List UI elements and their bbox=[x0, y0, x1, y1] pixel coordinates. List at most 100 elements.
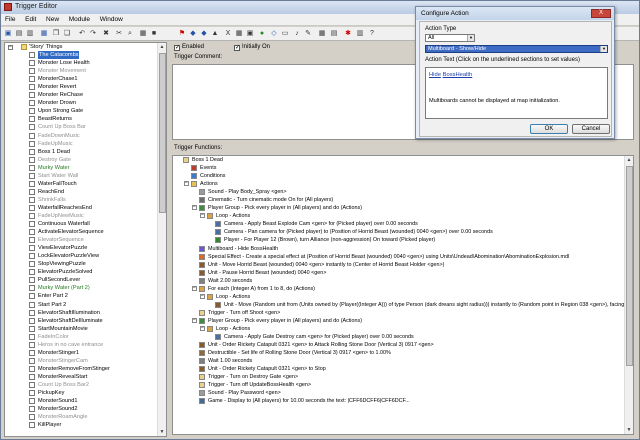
redo-icon[interactable]: ↷ bbox=[88, 29, 98, 39]
functions-scrollbar[interactable]: ▲ ▼ bbox=[624, 156, 633, 434]
tree-item[interactable]: Monster Drown bbox=[5, 99, 166, 107]
action-select[interactable]: Multiboard - Show/Hide ▼ bbox=[425, 45, 608, 53]
cut-icon[interactable]: ✂ bbox=[114, 29, 124, 39]
doodad-icon[interactable]: ▣ bbox=[245, 29, 255, 39]
tree-item[interactable]: Enter Part 2 bbox=[5, 292, 166, 300]
function-row[interactable]: Game - Display to (All players) for 10.0… bbox=[173, 397, 633, 405]
save-icon[interactable]: ■ bbox=[149, 29, 159, 39]
test-map-icon[interactable]: ▦ bbox=[138, 29, 148, 39]
function-row[interactable]: Trigger - Turn off Shoot <gen> bbox=[173, 309, 633, 317]
initially-on-checkbox[interactable]: ✓ Initially On bbox=[234, 44, 270, 51]
copy-icon[interactable]: ❐ bbox=[51, 29, 61, 39]
function-row[interactable]: − Player Group - Pick every player in (Al… bbox=[173, 317, 633, 325]
tree-item[interactable]: WaterFallTouch bbox=[5, 180, 166, 188]
function-row[interactable]: − Player Group - Pick every player in (Al… bbox=[173, 204, 633, 212]
function-row[interactable]: − Loop - Actions bbox=[173, 293, 633, 301]
collapse-icon[interactable]: − bbox=[200, 325, 205, 331]
help-icon[interactable]: ? bbox=[367, 29, 377, 39]
cancel-button[interactable]: Cancel bbox=[572, 124, 610, 134]
function-row[interactable]: Unit - Order Rickety Catapult 0321 <gen>… bbox=[173, 341, 633, 349]
bosshealth-link[interactable]: BossHealth bbox=[443, 72, 473, 78]
delete-icon[interactable]: ✖ bbox=[101, 29, 111, 39]
function-row[interactable]: Wait 2.00 seconds bbox=[173, 277, 633, 285]
function-row[interactable]: Destructible - Set life of Rolling Stone… bbox=[173, 349, 633, 357]
tree-item[interactable]: MonsterRoamAngle bbox=[5, 413, 166, 421]
new-condition-icon[interactable]: ◆ bbox=[199, 29, 209, 39]
tree-item[interactable]: Start Part 2 bbox=[5, 301, 166, 309]
tree-item[interactable]: ViewElevatorPuzzle bbox=[5, 244, 166, 252]
tree-item[interactable]: MonsterRemoveFromStinger bbox=[5, 365, 166, 373]
tree-item[interactable]: StopViewingPuzzle bbox=[5, 260, 166, 268]
action-type-select[interactable]: All ▼ bbox=[425, 34, 475, 42]
tree-item[interactable]: ShrinkFalls bbox=[5, 196, 166, 204]
tree-item[interactable]: The Catacombs bbox=[5, 51, 166, 60]
search-icon[interactable]: ⌕ bbox=[125, 29, 135, 39]
tree-item[interactable]: MonsterStingerCam bbox=[5, 357, 166, 365]
tree-item[interactable]: Monster ReChase bbox=[5, 91, 166, 99]
flag-icon[interactable]: ⚑ bbox=[177, 29, 187, 39]
function-row[interactable]: − Loop - Actions bbox=[173, 325, 633, 333]
tree-item[interactable]: ActivateElevatorSequence bbox=[5, 228, 166, 236]
function-row[interactable]: Player - For Player 12 (Brown), turn All… bbox=[173, 236, 633, 244]
tree-item[interactable]: Start Water Wall bbox=[5, 172, 166, 180]
tree-item[interactable]: Upon Strong Gate bbox=[5, 107, 166, 115]
variables-icon[interactable]: X bbox=[223, 29, 233, 39]
tree-item[interactable]: MonsterSound2 bbox=[5, 405, 166, 413]
function-row[interactable]: Unit - Move Horrid Beast (wounded) 0040 … bbox=[173, 261, 633, 269]
paste-icon[interactable]: ❏ bbox=[62, 29, 72, 39]
tree-item[interactable]: Count Up Boss Bar2 bbox=[5, 381, 166, 389]
tree-item[interactable]: − 'Story' Things bbox=[5, 43, 166, 51]
function-row[interactable]: Multiboard - Hide BossHealth bbox=[173, 245, 633, 253]
tree-item[interactable]: LockElevatorPuzzleView bbox=[5, 252, 166, 260]
sound-palette-icon[interactable]: ♪ bbox=[292, 29, 302, 39]
tree-item[interactable]: ElevatorShaftIllumination bbox=[5, 309, 166, 317]
function-row[interactable]: Trigger - Turn on Destroy Gate <gen> bbox=[173, 373, 633, 381]
collapse-icon[interactable]: − bbox=[192, 205, 197, 211]
function-row[interactable]: − Loop - Actions bbox=[173, 212, 633, 220]
collapse-icon[interactable]: − bbox=[184, 181, 189, 187]
script-icon[interactable]: ✎ bbox=[303, 29, 313, 39]
menu-window[interactable]: Window bbox=[96, 14, 127, 25]
tree-item[interactable]: ElevatorShaftDeIlluminate bbox=[5, 317, 166, 325]
tree-item[interactable]: FadeUpNewMusic bbox=[5, 212, 166, 220]
functions-scroll-thumb[interactable] bbox=[626, 166, 633, 366]
function-row[interactable]: Cinematic - Turn cinematic mode On for (… bbox=[173, 196, 633, 204]
tree-item[interactable]: MonsterStinger1 bbox=[5, 349, 166, 357]
function-row[interactable]: Camera - Pan camera for (Picked player) … bbox=[173, 228, 633, 236]
tree-item[interactable]: FadeUpMusic bbox=[5, 140, 166, 148]
test-play-icon[interactable]: ✱ bbox=[343, 29, 353, 39]
menu-module[interactable]: Module bbox=[65, 14, 94, 25]
tree-scrollbar[interactable]: ▲ ▼ bbox=[157, 43, 166, 436]
function-row[interactable]: Unit - Move (Random unit from (Units own… bbox=[173, 301, 633, 309]
tree-item[interactable]: Continuous Waterfall bbox=[5, 220, 166, 228]
collapse-icon[interactable]: − bbox=[8, 44, 13, 50]
tile-icon[interactable]: ▦ bbox=[234, 29, 244, 39]
tree-item[interactable]: ReachEnd bbox=[5, 188, 166, 196]
new-category-icon[interactable]: ▣ bbox=[3, 29, 13, 39]
tree-item[interactable]: KillPlayer bbox=[5, 421, 166, 429]
collapse-icon[interactable]: − bbox=[200, 213, 205, 219]
undo-icon[interactable]: ↶ bbox=[77, 29, 87, 39]
function-row[interactable]: Camera - Apply Gate Destroy cam <gen> fo… bbox=[173, 333, 633, 341]
function-row[interactable]: Camera - Apply Beast Explode Cam <gen> f… bbox=[173, 220, 633, 228]
new-trigger-icon[interactable]: ▤ bbox=[14, 29, 24, 39]
new-comment-icon[interactable]: ▥ bbox=[25, 29, 35, 39]
menu-new[interactable]: New bbox=[42, 14, 63, 25]
tree-item[interactable]: Murky Water bbox=[5, 164, 166, 172]
tree-item[interactable]: Monster Lose Health bbox=[5, 59, 166, 67]
scroll-down-arrow[interactable]: ▼ bbox=[158, 428, 166, 436]
tree-item[interactable]: StartMountainMovie bbox=[5, 325, 166, 333]
menu-file[interactable]: File bbox=[1, 14, 19, 25]
tree-item[interactable]: PullSecondLever bbox=[5, 276, 166, 284]
tree-item[interactable]: WaterfallReachesEnd bbox=[5, 204, 166, 212]
dialog-title-bar[interactable]: Configure Action X bbox=[416, 7, 614, 20]
new-action-icon[interactable]: ▲ bbox=[210, 29, 220, 39]
function-row[interactable]: Events bbox=[173, 164, 633, 172]
function-row[interactable]: − For each (Integer A) from 1 to 8, do (A… bbox=[173, 285, 633, 293]
tree-item[interactable]: MonsterChase1 bbox=[5, 75, 166, 83]
function-row[interactable]: Sound - Play Password <gen> bbox=[173, 389, 633, 397]
collapse-icon[interactable]: − bbox=[200, 293, 205, 299]
tree-item[interactable]: Monster Movement bbox=[5, 67, 166, 75]
menu-edit[interactable]: Edit bbox=[21, 14, 40, 25]
tree-item[interactable]: PickupKey bbox=[5, 389, 166, 397]
